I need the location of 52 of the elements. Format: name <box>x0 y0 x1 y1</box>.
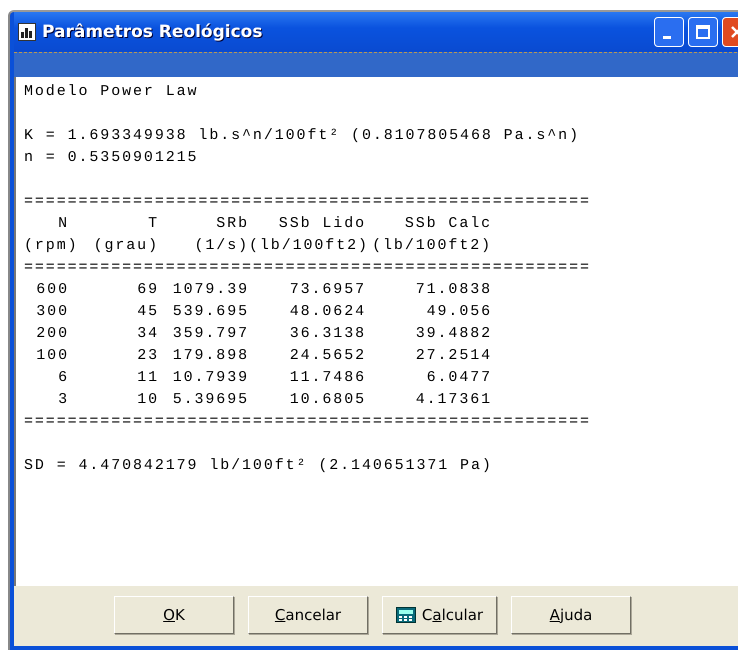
table-cell: 71.0838 <box>416 281 492 298</box>
column-header: (lb/100ft2) <box>372 237 492 254</box>
table-cell: 600 <box>36 281 69 298</box>
column-header: (rpm) <box>24 237 79 254</box>
column-header: (lb/100ft2) <box>249 237 369 254</box>
dialog-button[interactable]: OK <box>114 596 234 634</box>
table-cell: 10.6805 <box>290 391 366 408</box>
table-cell: 11 <box>137 369 159 386</box>
column-header: (grau) <box>94 237 159 254</box>
table-cell: 539.695 <box>172 303 249 320</box>
table-cell: 5.39695 <box>172 391 249 408</box>
table-cell: 100 <box>36 347 69 364</box>
column-header: SSb Lido <box>278 215 366 232</box>
column-header: T <box>148 215 159 232</box>
report-line: K = 1.693349938 lb.s^n/100ft² (0.8107805468 Pa.s^n) <box>24 126 580 146</box>
column-header: N <box>58 215 69 232</box>
table-cell: 11.7486 <box>290 369 366 386</box>
table-cell: 300 <box>36 303 69 320</box>
separator-line: ==================================================== <box>24 258 591 278</box>
table-cell: 179.898 <box>172 347 249 364</box>
table-cell: 27.2514 <box>416 347 492 364</box>
report-line: Modelo Power Law <box>24 82 198 102</box>
report-line: n = 0.5350901215 <box>24 148 198 168</box>
table-cell: 34 <box>137 325 159 342</box>
report-line: SD = 4.470842179 lb/100ft² (2.140651371 Pa) <box>24 456 493 476</box>
calculate-button[interactable]: Calcular <box>382 596 497 634</box>
table-cell: 10 <box>137 391 159 408</box>
table-cell: 24.5652 <box>290 347 366 364</box>
table-cell: 359.797 <box>172 325 249 342</box>
dialog-button[interactable]: Cancelar <box>248 596 368 634</box>
column-header: (1/s) <box>194 237 249 254</box>
table-cell: 48.0624 <box>290 303 366 320</box>
column-header: SSb Calc <box>404 215 492 232</box>
table-cell: 45 <box>137 303 159 320</box>
table-cell: 39.4882 <box>416 325 492 342</box>
table-cell: 73.6957 <box>290 281 366 298</box>
table-cell: 1079.39 <box>172 281 249 298</box>
table-cell: 6.0477 <box>426 369 492 386</box>
table-cell: 6 <box>58 369 69 386</box>
dialog-button[interactable]: Ajuda <box>511 596 631 634</box>
table-cell: 69 <box>137 281 159 298</box>
table-cell: 36.3138 <box>290 325 366 342</box>
window-title: Parâmetros Reológicos <box>42 22 262 42</box>
separator-line: ==================================================== <box>24 192 591 212</box>
table-cell: 10.7939 <box>172 369 249 386</box>
column-header: SRb <box>216 215 249 232</box>
table-cell: 49.056 <box>426 303 492 320</box>
table-cell: 3 <box>58 391 69 408</box>
table-cell: 4.17361 <box>416 391 492 408</box>
separator-line: ==================================================== <box>24 412 591 432</box>
table-cell: 23 <box>137 347 159 364</box>
table-cell: 200 <box>36 325 69 342</box>
